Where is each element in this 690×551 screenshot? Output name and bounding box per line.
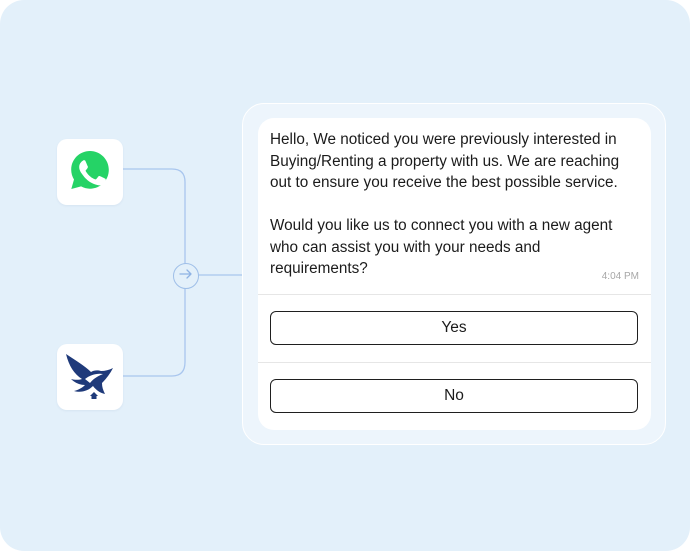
message-timestamp: 4:04 PM <box>601 271 639 282</box>
brand-tile <box>57 344 123 410</box>
no-button[interactable]: No <box>270 379 638 413</box>
eagle-house-logo-icon <box>63 350 117 405</box>
whatsapp-tile <box>57 139 123 205</box>
arrow-right-icon <box>179 267 193 285</box>
background-panel: Hello, We noticed you were previously in… <box>0 0 690 551</box>
divider <box>258 362 651 363</box>
message-body: Hello, We noticed you were previously in… <box>270 129 642 280</box>
message-paragraph-1: Hello, We noticed you were previously in… <box>270 131 620 191</box>
divider <box>258 294 651 295</box>
flow-hub <box>173 263 199 289</box>
message-paragraph-2: Would you like us to connect you with a … <box>270 217 613 277</box>
whatsapp-icon <box>68 148 112 197</box>
message-card: Hello, We noticed you were previously in… <box>258 118 651 430</box>
yes-button[interactable]: Yes <box>270 311 638 345</box>
